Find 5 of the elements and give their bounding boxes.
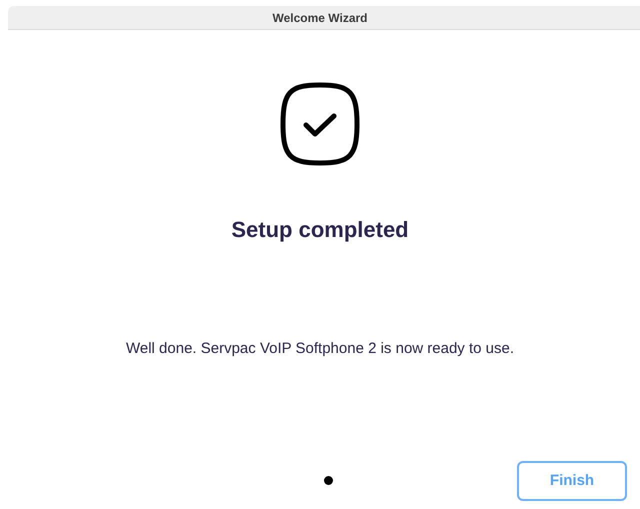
checkmark-icon <box>280 82 360 166</box>
finish-button[interactable]: Finish <box>517 461 627 501</box>
message: Well done. Servpac VoIP Softphone 2 is now ready to use. <box>126 339 514 359</box>
window-title: Welcome Wizard <box>272 10 369 26</box>
heading: Setup completed <box>231 216 409 244</box>
